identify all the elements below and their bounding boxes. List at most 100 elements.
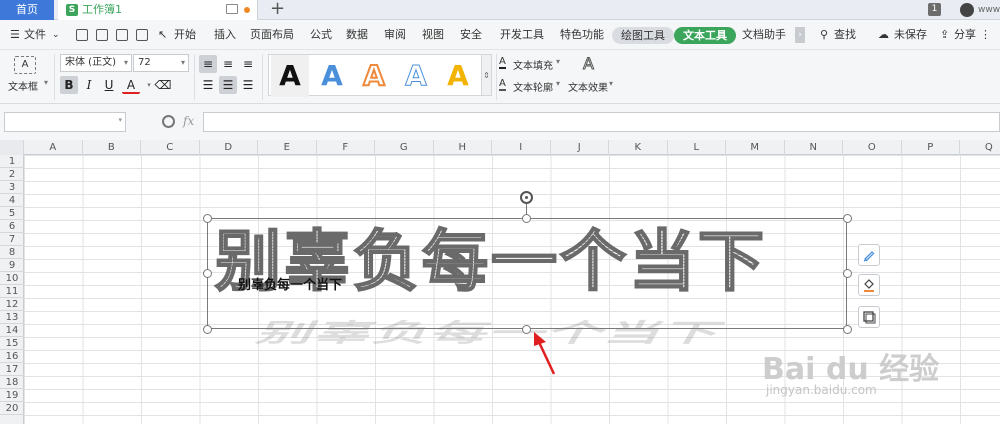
align-left-icon[interactable]: ☰ bbox=[199, 76, 217, 94]
resize-handle-top-left[interactable] bbox=[203, 214, 212, 223]
hamburger-icon[interactable]: ☰ bbox=[10, 20, 20, 50]
avatar[interactable] bbox=[960, 3, 974, 17]
align-center-icon[interactable]: ☰ bbox=[219, 76, 237, 94]
row-header[interactable]: 6 bbox=[0, 220, 24, 233]
column-header[interactable]: I bbox=[492, 140, 551, 155]
row-header[interactable]: 11 bbox=[0, 285, 24, 298]
eraser-icon[interactable]: ⌫ bbox=[154, 76, 172, 94]
shape-outline-button[interactable] bbox=[858, 306, 880, 328]
share-button[interactable]: 分享 bbox=[954, 20, 976, 50]
column-header[interactable]: D bbox=[200, 140, 258, 155]
name-box[interactable]: ▾ bbox=[4, 112, 126, 132]
menu-developer[interactable]: 开发工具 bbox=[500, 20, 544, 50]
menu-home[interactable]: 开始 bbox=[174, 20, 196, 50]
row-header[interactable]: 7 bbox=[0, 233, 24, 246]
text-style-orange-outline[interactable]: A bbox=[355, 55, 393, 97]
unsaved-status[interactable]: 未保存 bbox=[894, 20, 927, 50]
row-header[interactable]: 1 bbox=[0, 155, 24, 168]
column-header[interactable]: M bbox=[726, 140, 785, 155]
column-header[interactable]: F bbox=[317, 140, 375, 155]
align-top-icon[interactable]: ≡ bbox=[199, 55, 217, 73]
row-header[interactable]: 16 bbox=[0, 350, 24, 363]
chevron-down-icon[interactable]: ▾ bbox=[609, 79, 613, 88]
rotate-handle-icon[interactable] bbox=[520, 191, 533, 204]
menu-view[interactable]: 视图 bbox=[422, 20, 444, 50]
text-style-black[interactable]: A bbox=[271, 55, 309, 97]
column-header[interactable]: Q bbox=[960, 140, 1000, 155]
resize-handle-bottom-left[interactable] bbox=[203, 325, 212, 334]
save-icon[interactable] bbox=[76, 29, 88, 41]
textbox-icon[interactable]: A bbox=[14, 56, 36, 74]
gallery-scroll-arrows[interactable]: ⇕ bbox=[482, 54, 492, 96]
text-style-blue-outline[interactable]: A bbox=[397, 55, 435, 97]
column-header[interactable]: H bbox=[434, 140, 492, 155]
column-header[interactable]: N bbox=[785, 140, 843, 155]
menu-doc-helper[interactable]: 文档助手 bbox=[742, 20, 786, 50]
monitor-icon[interactable] bbox=[226, 4, 238, 14]
menu-review[interactable]: 审阅 bbox=[384, 20, 406, 50]
more-menu-button[interactable]: › bbox=[795, 27, 805, 43]
new-tab-button[interactable]: + bbox=[270, 0, 285, 19]
text-fill-icon[interactable]: A bbox=[499, 57, 506, 69]
menu-page-layout[interactable]: 页面布局 bbox=[250, 20, 294, 50]
column-header[interactable]: P bbox=[902, 140, 960, 155]
fx-icon[interactable]: fx bbox=[183, 114, 194, 128]
chevron-down-icon[interactable]: ▾ bbox=[556, 79, 560, 88]
share-icon[interactable]: ⇪ bbox=[940, 20, 949, 50]
cloud-icon[interactable]: ☁ bbox=[878, 20, 889, 50]
text-effect-icon[interactable]: A bbox=[583, 54, 595, 74]
column-header[interactable]: K bbox=[609, 140, 668, 155]
tab-drawing-tools[interactable]: 绘图工具 bbox=[612, 27, 674, 44]
row-header[interactable]: 4 bbox=[0, 194, 24, 207]
chevron-down-icon[interactable]: ▾ bbox=[44, 78, 48, 87]
menu-formula[interactable]: 公式 bbox=[310, 20, 332, 50]
column-header[interactable]: J bbox=[551, 140, 609, 155]
column-header[interactable]: L bbox=[668, 140, 726, 155]
font-size-select[interactable]: 72 ▾ bbox=[133, 54, 189, 72]
tab-workbook[interactable]: S 工作簿1 bbox=[58, 0, 258, 20]
row-header[interactable]: 13 bbox=[0, 311, 24, 324]
resize-handle-top-right[interactable] bbox=[843, 214, 852, 223]
tab-text-tools[interactable]: 文本工具 bbox=[674, 27, 736, 44]
column-header[interactable]: O bbox=[843, 140, 902, 155]
menu-file[interactable]: 文件 bbox=[24, 20, 46, 50]
row-header[interactable]: 2 bbox=[0, 168, 24, 181]
menu-insert[interactable]: 插入 bbox=[214, 20, 236, 50]
preview-icon[interactable] bbox=[136, 29, 148, 41]
chevron-down-icon[interactable]: ▾ bbox=[556, 57, 560, 66]
textbox-button-label[interactable]: 文本框 bbox=[8, 78, 38, 93]
row-header[interactable]: 14 bbox=[0, 324, 24, 337]
undo-icon[interactable]: ↖ bbox=[158, 20, 167, 50]
menu-security[interactable]: 安全 bbox=[460, 20, 482, 50]
row-header[interactable]: 20 bbox=[0, 402, 24, 415]
search-button[interactable]: 查找 bbox=[834, 20, 856, 50]
underline-button[interactable]: U bbox=[100, 76, 118, 94]
column-header[interactable]: A bbox=[24, 140, 83, 155]
row-header[interactable]: 17 bbox=[0, 363, 24, 376]
text-effect-button[interactable]: 文本效果 bbox=[568, 79, 608, 94]
search-icon[interactable]: ⚲ bbox=[820, 20, 828, 50]
row-header[interactable]: 19 bbox=[0, 389, 24, 402]
align-right-icon[interactable]: ☰ bbox=[239, 76, 257, 94]
row-header[interactable]: 9 bbox=[0, 259, 24, 272]
user-name[interactable]: www bbox=[978, 0, 1000, 20]
row-header[interactable]: 3 bbox=[0, 181, 24, 194]
row-header[interactable]: 5 bbox=[0, 207, 24, 220]
formula-input[interactable] bbox=[203, 112, 1000, 132]
font-name-select[interactable]: 宋体 (正文) ▾ bbox=[60, 54, 132, 72]
menu-data[interactable]: 数据 bbox=[346, 20, 368, 50]
row-header[interactable]: 12 bbox=[0, 298, 24, 311]
align-middle-icon[interactable]: ≡ bbox=[219, 55, 237, 73]
text-outline-button[interactable]: 文本轮廓 bbox=[513, 79, 553, 94]
chevron-down-icon[interactable]: ⌄ bbox=[52, 20, 60, 50]
bold-button[interactable]: B bbox=[60, 76, 78, 94]
row-header[interactable]: 18 bbox=[0, 376, 24, 389]
resize-handle-right[interactable] bbox=[843, 269, 852, 278]
resize-handle-left[interactable] bbox=[203, 269, 212, 278]
select-all-corner[interactable] bbox=[0, 140, 24, 155]
fill-button[interactable] bbox=[858, 274, 880, 296]
zoom-icon[interactable] bbox=[162, 115, 175, 128]
column-header[interactable]: B bbox=[83, 140, 141, 155]
more-options-icon[interactable]: ⋮ bbox=[980, 20, 991, 50]
resize-handle-bottom-right[interactable] bbox=[843, 325, 852, 334]
